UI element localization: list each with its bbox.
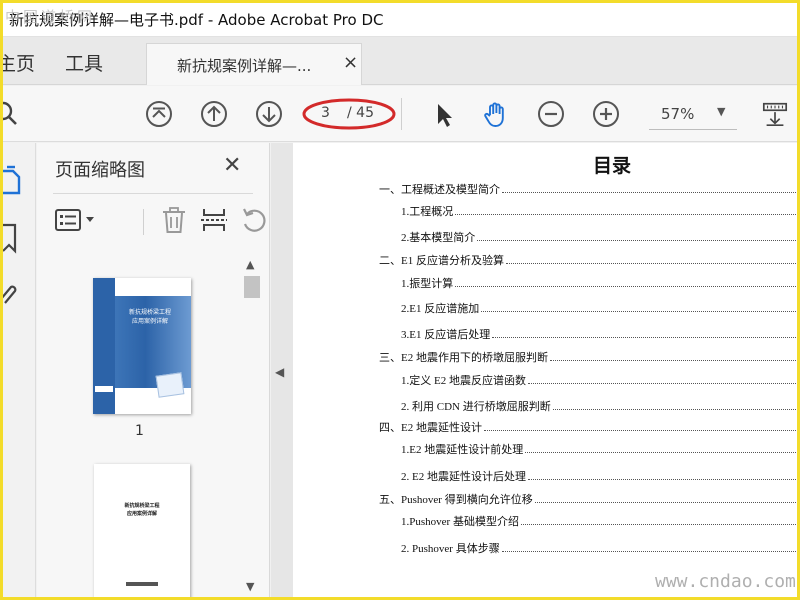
title-page-line-1: 新抗规桥梁工程 xyxy=(124,503,160,509)
toc-leader-dots xyxy=(481,311,797,312)
toc-leader-dots xyxy=(455,286,797,287)
watermark-top: 中国道桥网 xyxy=(5,8,96,26)
scroll-mode-icon[interactable] xyxy=(761,100,791,128)
pane-divider xyxy=(53,193,253,194)
toc-entry[interactable]: 2.E1 反应谱施加 xyxy=(401,300,479,316)
cover-logo xyxy=(95,386,113,392)
watermark-bottom: www.cndao.com xyxy=(655,571,796,592)
toc-entry[interactable]: 一、工程概述及模型简介 xyxy=(379,181,500,197)
close-pane-icon[interactable]: ✕ xyxy=(223,153,241,178)
rotate-icon[interactable] xyxy=(239,205,269,235)
toc-leader-dots xyxy=(534,502,797,503)
toc-leader-dots xyxy=(483,430,797,431)
previous-page-icon[interactable] xyxy=(200,100,228,128)
cover-stripe xyxy=(93,278,115,414)
title-page-line-2: 应用案例详解 xyxy=(126,511,157,517)
document-view[interactable]: 目录 一、工程概述及模型简介 1.工程概况 2.基本模型简介二、E1 反应谱分析及验… xyxy=(293,143,797,597)
search-icon[interactable] xyxy=(3,100,21,128)
options-icon[interactable] xyxy=(53,205,99,235)
hand-icon[interactable] xyxy=(482,100,510,128)
document-tab-label: 新抗规案例详解—... xyxy=(177,57,312,75)
cover-title-line-1: 新抗规桥梁工程 xyxy=(128,309,171,316)
toc-entry[interactable]: 2. 利用 CDN 进行桥墩屈服判断 xyxy=(401,398,551,414)
zoom-select[interactable]: 57% ▼ xyxy=(649,100,737,130)
toc-leader-dots xyxy=(492,337,797,338)
zoom-value: 57% xyxy=(661,105,695,123)
toc-leader-dots xyxy=(455,214,797,215)
document-tab[interactable]: 新抗规案例详解—... × xyxy=(146,43,362,85)
navigation-rail xyxy=(3,143,36,597)
page-thumbnail-label: 1 xyxy=(135,423,144,439)
cover-title-line-2: 应用案例详解 xyxy=(131,318,168,325)
toc-leader-dots xyxy=(527,479,797,480)
cover-title: 新抗规桥梁工程 应用案例详解 xyxy=(119,308,181,326)
title-bar: 新抗规案例详解—电子书.pdf - Adobe Acrobat Pro DC 中… xyxy=(3,3,797,37)
bookmarks-icon[interactable] xyxy=(3,221,31,255)
toc-entry[interactable]: 二、E1 反应谱分析及验算 xyxy=(379,252,504,268)
attachments-icon[interactable] xyxy=(3,277,31,311)
zoom-out-icon[interactable] xyxy=(537,100,565,128)
toc-leader-dots xyxy=(552,409,797,410)
toc-entry[interactable]: 1.Pushover 基础模型介绍 xyxy=(401,513,519,529)
toc-leader-dots xyxy=(520,524,797,525)
cover-book-graphic xyxy=(155,372,185,398)
toolbar-separator xyxy=(401,98,402,130)
toolbar: 3 / 45 57% ▼ xyxy=(3,86,797,142)
zoom-in-icon[interactable] xyxy=(592,100,620,128)
page-thumbnails-icon[interactable] xyxy=(3,163,31,197)
pane-collapse-handle[interactable]: ◀ xyxy=(271,143,293,597)
toc-leader-dots xyxy=(501,551,797,552)
toc-entry[interactable]: 五、Pushover 得到横向允许位移 xyxy=(379,491,533,507)
tab-row: 主页 工具 新抗规案例详解—... × xyxy=(3,37,797,85)
toolbar-separator xyxy=(143,209,144,235)
toc-entry[interactable]: 四、E2 地震延性设计 xyxy=(379,419,482,435)
nav-home[interactable]: 主页 xyxy=(3,49,35,76)
thumbnails-scrollbar[interactable]: ▲ ▼ xyxy=(242,258,262,597)
delete-icon[interactable] xyxy=(159,205,189,235)
toc-entry[interactable]: 1.定义 E2 地震反应谱函数 xyxy=(401,372,526,388)
page-thumbnail-1[interactable]: 新抗规桥梁工程 应用案例详解 xyxy=(93,278,191,414)
close-tab-icon[interactable]: × xyxy=(343,52,358,73)
pane-title: 页面缩略图 xyxy=(55,160,145,181)
toc-leader-dots xyxy=(549,360,797,361)
thumbnail-toolbar xyxy=(53,201,266,241)
page-thumbnail-2[interactable]: 新抗规桥梁工程 应用案例详解 xyxy=(94,464,190,597)
first-page-icon[interactable] xyxy=(145,100,173,128)
toc-leader-dots xyxy=(525,452,797,453)
thumbnails-pane: 页面缩略图 ✕ ▲ ▼ 新抗规桥梁工程 应用案例详解 1 新抗规桥梁工程 应用案… xyxy=(37,143,270,597)
scroll-down-icon[interactable]: ▼ xyxy=(246,580,254,593)
select-icon[interactable] xyxy=(429,100,457,128)
toc-entry[interactable]: 2. Pushover 具体步骤 xyxy=(401,540,500,556)
page-current[interactable]: 3 xyxy=(321,105,330,121)
page-number-field[interactable]: 3 / 45 xyxy=(307,101,381,127)
title-page-footer xyxy=(126,582,158,586)
toc-leader-dots xyxy=(502,192,797,193)
toc-entry[interactable]: 2. E2 地震延性设计后处理 xyxy=(401,468,526,484)
toc-title: 目录 xyxy=(593,155,632,177)
title-page-text: 新抗规桥梁工程 应用案例详解 xyxy=(104,502,180,518)
scroll-up-icon[interactable]: ▲ xyxy=(246,258,254,271)
split-icon[interactable] xyxy=(199,205,229,235)
toc-entry[interactable]: 2.基本模型简介 xyxy=(401,229,475,245)
next-page-icon[interactable] xyxy=(255,100,283,128)
acrobat-window: 新抗规案例详解—电子书.pdf - Adobe Acrobat Pro DC 中… xyxy=(3,3,797,597)
toc-entry[interactable]: 1.振型计算 xyxy=(401,275,453,291)
page-total: / 45 xyxy=(347,105,374,121)
toc-entry[interactable]: 1.工程概况 xyxy=(401,203,453,219)
toc-leader-dots xyxy=(477,240,797,241)
toc-leader-dots xyxy=(527,383,797,384)
chevron-down-icon: ▼ xyxy=(717,105,726,118)
scrollbar-thumb[interactable] xyxy=(244,276,260,298)
collapse-arrow-icon[interactable]: ◀ xyxy=(275,365,284,379)
nav-tools[interactable]: 工具 xyxy=(65,49,103,76)
toc-entry[interactable]: 三、E2 地震作用下的桥墩屈服判断 xyxy=(379,349,548,365)
toc-entry[interactable]: 1.E2 地震延性设计前处理 xyxy=(401,441,523,457)
toc-leader-dots xyxy=(505,263,797,264)
toc-entry[interactable]: 3.E1 反应谱后处理 xyxy=(401,326,490,342)
